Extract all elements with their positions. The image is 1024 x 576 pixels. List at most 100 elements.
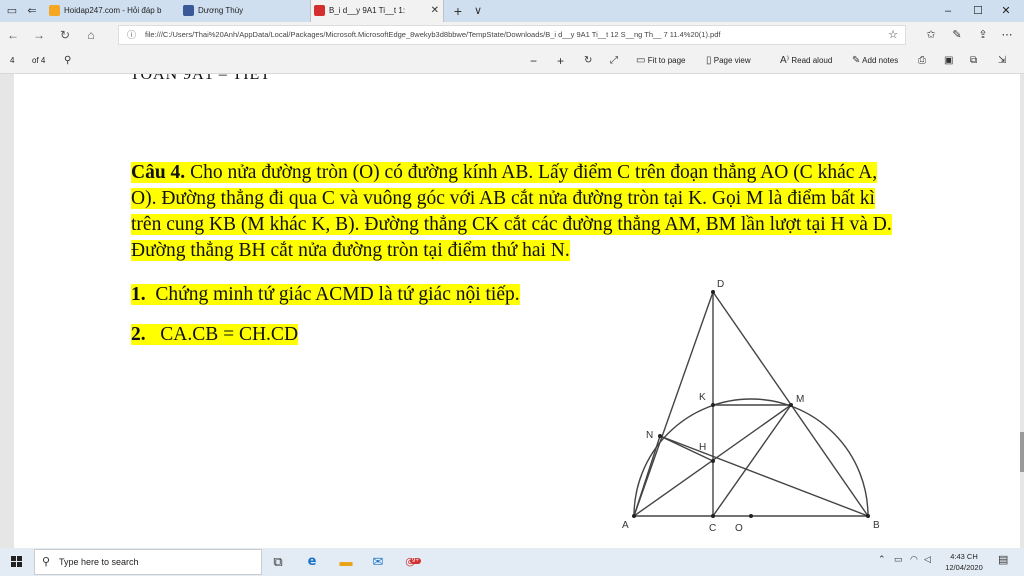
clock-time: 4:43 CH: [950, 552, 978, 561]
zoom-in-icon[interactable]: +: [557, 48, 564, 74]
more-menu-icon[interactable]: ⋯: [998, 26, 1016, 44]
battery-icon[interactable]: ▭: [894, 554, 903, 565]
point-a: [632, 514, 636, 518]
label-d: D: [717, 279, 724, 290]
share-icon[interactable]: ⇪: [974, 26, 992, 44]
read-aloud-icon: A⁾: [780, 55, 790, 66]
tab-title: Hoidap247.com - Hỏi đáp b: [64, 6, 162, 15]
forward-button[interactable]: →: [30, 26, 48, 44]
item-1-text: Chứng minh tứ giác ACMD là tứ giác nội t…: [155, 284, 520, 305]
volume-icon[interactable]: ◁: [924, 554, 931, 565]
item-2-number: 2.: [131, 324, 146, 345]
clock-date: 12/04/2020: [945, 563, 983, 572]
point-d: [711, 290, 715, 294]
tab-hoidap247[interactable]: Hoidap247.com - Hỏi đáp b: [46, 0, 176, 22]
page-number-input[interactable]: 4: [10, 48, 14, 74]
label-b: B: [873, 520, 880, 531]
home-button[interactable]: ⌂: [82, 26, 100, 44]
start-button[interactable]: [0, 548, 34, 576]
page-view-icon: ▯: [706, 55, 712, 66]
url-text: file:///C:/Users/Thai%20Anh/AppData/Loca…: [145, 30, 721, 39]
edge-window: ▭ ⇐ Hoidap247.com - Hỏi đáp b Dương Thùy…: [0, 0, 1024, 576]
label-o: O: [735, 523, 743, 534]
page-view-label: Page view: [713, 56, 751, 65]
add-notes-button[interactable]: ✎ Add notes: [852, 48, 898, 74]
close-window-button[interactable]: ✕: [986, 0, 1024, 22]
label-m: M: [796, 394, 804, 405]
item-2-text: CA.CB = CH.CD: [160, 324, 299, 345]
tab-title: B_i d__y 9A1 Ti__t 1:: [329, 6, 406, 15]
windows-taskbar: ⚲ Type here to search ⧉ e ▬ ✉ ◎ 9+ ⌃ ▭ ◠…: [0, 548, 1024, 576]
windows-logo-icon: [11, 556, 22, 567]
label-n: N: [646, 430, 653, 441]
search-icon: ⚲: [42, 556, 51, 568]
tab-title: Dương Thùy: [198, 6, 244, 15]
pin-toolbar-icon[interactable]: ⇲: [998, 48, 1006, 74]
point-m: [789, 403, 793, 407]
save-as-icon[interactable]: ⧉: [970, 48, 977, 74]
question-paragraph: Câu 4. Cho nửa đường tròn (O) có đường k…: [131, 160, 896, 264]
facebook-favicon-icon: [183, 5, 194, 16]
point-c: [711, 514, 715, 518]
item-2: 2. CA.CB = CH.CD: [131, 323, 299, 347]
url-field[interactable]: ⓘ file:///C:/Users/Thai%20Anh/AppData/Lo…: [118, 25, 906, 45]
wifi-icon[interactable]: ◠: [910, 554, 918, 565]
notification-badge: 9+: [410, 558, 421, 564]
label-a: A: [622, 520, 629, 531]
point-h: [711, 459, 715, 463]
fit-page-icon: ▭: [636, 55, 646, 66]
favorite-star-icon[interactable]: ☆: [884, 26, 902, 44]
task-view-icon[interactable]: ⧉: [268, 552, 288, 572]
point-k: [711, 403, 715, 407]
search-icon[interactable]: ⚲: [64, 48, 71, 74]
edge-browser-icon[interactable]: e: [302, 552, 322, 572]
tab-preview-chevron-icon[interactable]: ∨: [470, 3, 486, 19]
hoidap-favicon-icon: [49, 5, 60, 16]
set-aside-tabs-icon[interactable]: ⇐: [24, 3, 40, 19]
page-view-button[interactable]: ▯ Page view: [706, 48, 751, 74]
label-k: K: [699, 392, 706, 403]
point-n: [658, 434, 662, 438]
taskbar-search-box[interactable]: ⚲ Type here to search: [34, 549, 262, 575]
save-icon[interactable]: ▣: [944, 48, 953, 74]
pdf-page: TOÁN 9A1 – TIẾT Câu 4. Cho nửa đường trò…: [14, 74, 1020, 548]
pdf-favicon-icon: [314, 5, 325, 16]
tab-pdf-active[interactable]: B_i d__y 9A1 Ti__t 1: ✕: [310, 0, 444, 22]
zoom-out-icon[interactable]: −: [530, 48, 537, 74]
page-total-label: of 4: [32, 56, 46, 65]
point-b: [866, 514, 870, 518]
print-icon[interactable]: ⎙: [918, 48, 926, 74]
line-da: [633, 291, 714, 517]
address-bar-row: ← → ↻ ⌂ ⓘ file:///C:/Users/Thai%20Anh/Ap…: [0, 22, 1024, 48]
new-tab-button[interactable]: +: [450, 3, 466, 19]
tab-bar: ▭ ⇐ Hoidap247.com - Hỏi đáp b Dương Thùy…: [0, 0, 1024, 22]
search-placeholder: Type here to search: [59, 557, 139, 567]
point-o: [749, 514, 753, 518]
refresh-button[interactable]: ↻: [56, 26, 74, 44]
file-explorer-icon[interactable]: ▬: [336, 552, 356, 572]
question-text: Cho nửa đường tròn (O) có đường kính AB.…: [131, 162, 892, 261]
info-icon: ⓘ: [127, 30, 137, 40]
close-tab-icon[interactable]: ✕: [431, 0, 439, 22]
back-button[interactable]: ←: [4, 26, 22, 44]
tab-actions-icon[interactable]: ▭: [4, 3, 20, 19]
read-aloud-button[interactable]: A⁾ Read aloud: [780, 48, 832, 74]
action-center-icon[interactable]: ▤: [998, 553, 1008, 566]
show-hidden-icons-chevron-icon[interactable]: ⌃: [878, 554, 886, 565]
fit-to-page-button[interactable]: ▭ Fit to page: [636, 48, 686, 74]
mail-icon[interactable]: ✉: [368, 552, 388, 572]
fullscreen-icon[interactable]: ⤢: [610, 48, 618, 74]
taskbar-clock[interactable]: 4:43 CH 12/04/2020: [938, 551, 990, 573]
scrollbar-thumb[interactable]: [1020, 432, 1024, 472]
favorites-hub-icon[interactable]: ✩: [922, 26, 940, 44]
pdf-viewport[interactable]: TOÁN 9A1 – TIẾT Câu 4. Cho nửa đường trò…: [0, 74, 1024, 548]
read-aloud-label: Read aloud: [791, 56, 833, 65]
tab-facebook[interactable]: Dương Thùy: [180, 0, 306, 22]
label-c: C: [709, 523, 716, 534]
web-notes-icon[interactable]: ✎: [948, 26, 966, 44]
rotate-icon[interactable]: ↻: [584, 48, 592, 74]
add-notes-label: Add notes: [862, 56, 899, 65]
vertical-scrollbar[interactable]: [1020, 74, 1024, 548]
fit-to-page-label: Fit to page: [647, 56, 686, 65]
question-label: Câu 4.: [131, 162, 186, 183]
